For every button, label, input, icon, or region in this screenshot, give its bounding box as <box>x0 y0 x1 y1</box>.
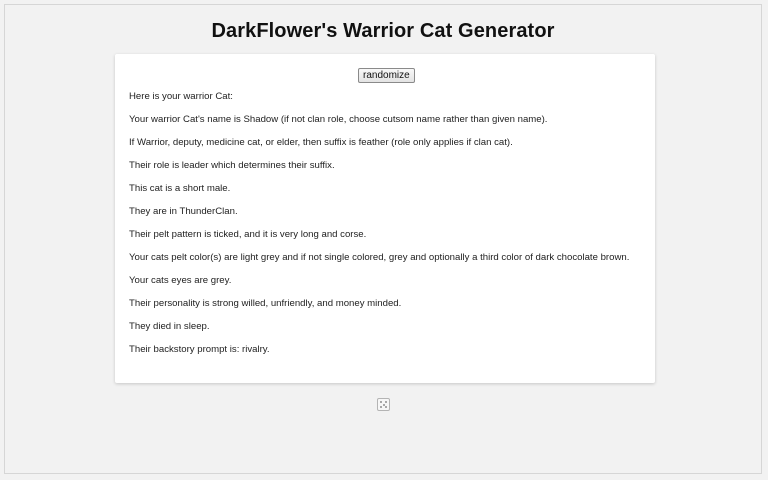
page: DarkFlower's Warrior Cat Generator rando… <box>4 4 762 474</box>
result-pelt-color: Your cats pelt color(s) are light grey a… <box>129 252 630 263</box>
result-eyes: Your cats eyes are grey. <box>129 275 232 286</box>
page-title: DarkFlower's Warrior Cat Generator <box>211 20 555 42</box>
generator-card: randomize Here is your warrior Cat: Your… <box>115 54 655 383</box>
randomize-button[interactable]: randomize <box>358 68 415 83</box>
result-intro: Here is your warrior Cat: <box>129 91 233 102</box>
result-clan: They are in ThunderClan. <box>129 206 238 217</box>
result-lines: Here is your warrior Cat: Your warrior C… <box>129 91 644 367</box>
result-backstory: Their backstory prompt is: rivalry. <box>129 344 270 355</box>
result-pelt-pattern: Their pelt pattern is ticked, and it is … <box>129 229 367 240</box>
result-name: Your warrior Cat's name is Shadow (if no… <box>129 114 548 125</box>
result-role: Their role is leader which determines th… <box>129 160 335 171</box>
dice-icon[interactable] <box>377 398 390 411</box>
result-death: They died in sleep. <box>129 321 210 332</box>
result-personality: Their personality is strong willed, unfr… <box>129 298 402 309</box>
result-size-gender: This cat is a short male. <box>129 183 231 194</box>
result-suffix-rule: If Warrior, deputy, medicine cat, or eld… <box>129 137 513 148</box>
